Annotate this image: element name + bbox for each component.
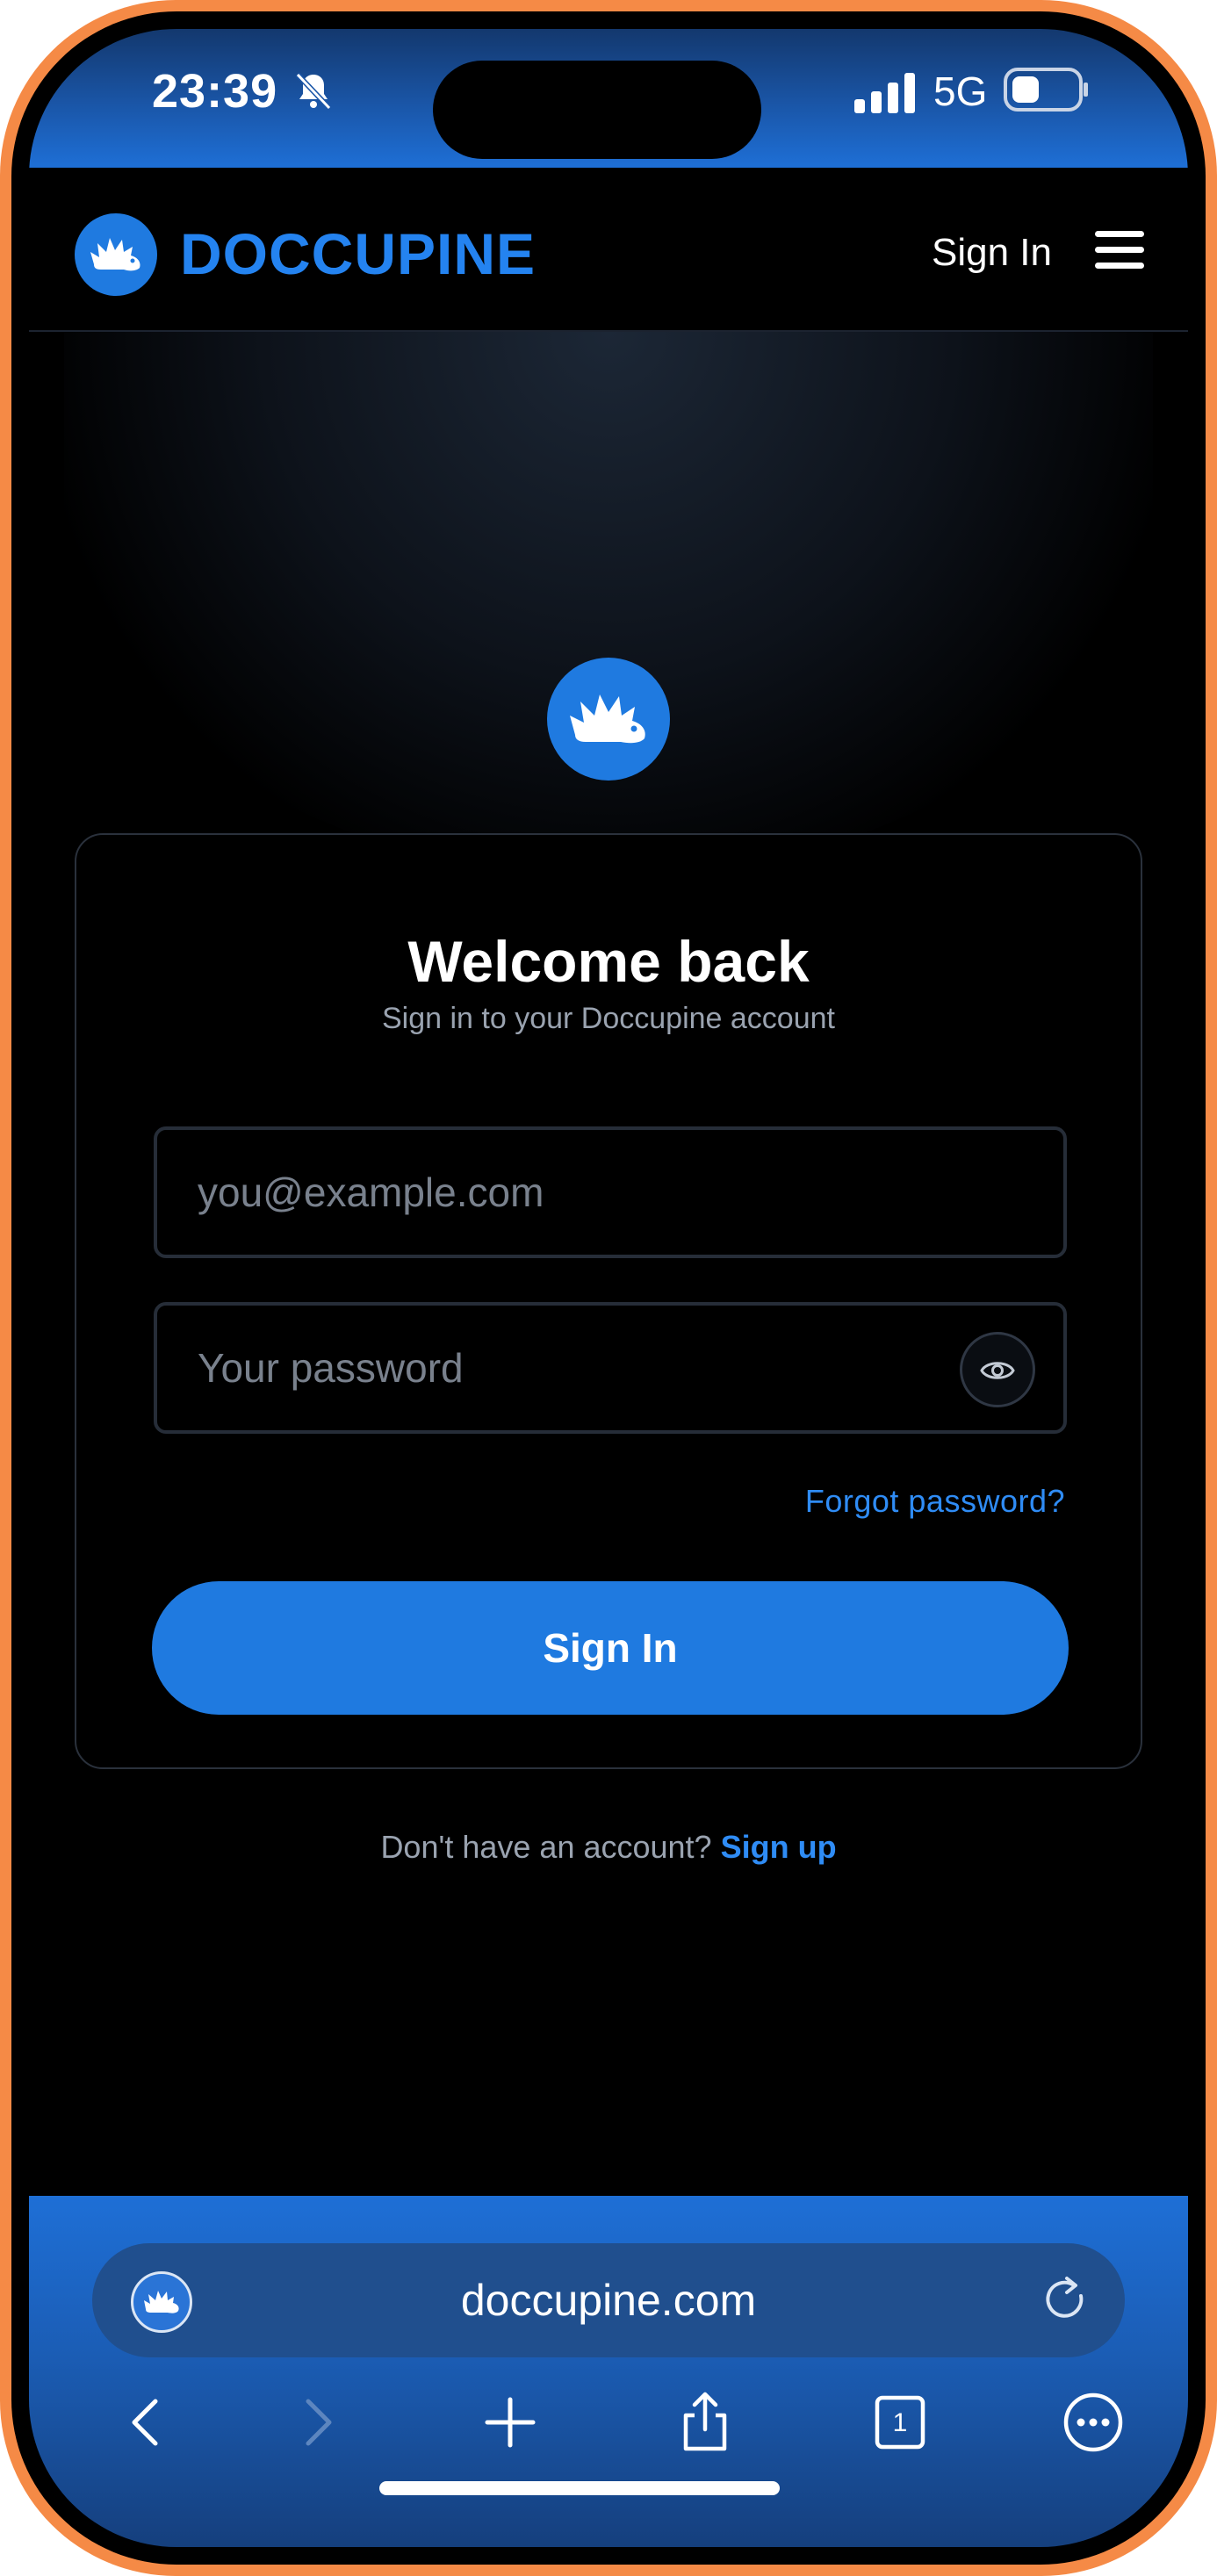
dynamic-island (433, 61, 761, 159)
tab-count: 1 (893, 2408, 908, 2437)
site-header: DOCCUPINE Sign In (29, 168, 1188, 332)
address-bar[interactable]: doccupine.com (92, 2243, 1125, 2357)
tabs-icon[interactable]: 1 (868, 2391, 932, 2454)
porcupine-logo-icon (547, 658, 670, 781)
screen: 23:39 5G DOCCUPINE Sign In Welcome back … (29, 29, 1188, 2547)
battery-icon (1004, 68, 1088, 112)
status-bar: 23:39 5G (29, 29, 1188, 168)
porcupine-logo-icon[interactable] (75, 213, 157, 296)
forgot-password-link[interactable]: Forgot password? (805, 1483, 1065, 1520)
background-glow (64, 332, 1153, 876)
brand-name[interactable]: DOCCUPINE (180, 220, 536, 287)
login-card: Welcome back Sign in to your Doccupine a… (75, 833, 1142, 1769)
forward-icon[interactable] (284, 2391, 347, 2454)
hamburger-icon[interactable] (1095, 231, 1144, 270)
status-time: 23:39 (152, 65, 278, 118)
share-icon[interactable] (673, 2391, 737, 2454)
reload-icon[interactable] (1039, 2273, 1093, 2328)
header-signin-link[interactable]: Sign In (932, 231, 1052, 275)
network-label: 5G (933, 68, 988, 114)
new-tab-icon[interactable] (479, 2391, 542, 2454)
signup-prompt: Don't have an account? Sign up (29, 1829, 1188, 1866)
bell-muted-icon (295, 72, 332, 111)
sign-in-button[interactable]: Sign In (152, 1581, 1069, 1715)
no-account-text: Don't have an account? (380, 1829, 712, 1865)
card-subtitle: Sign in to your Doccupine account (382, 1002, 835, 1035)
email-input[interactable] (198, 1130, 970, 1255)
home-indicator[interactable] (379, 2481, 780, 2495)
eye-icon (980, 1362, 1015, 1379)
password-field[interactable] (154, 1302, 1067, 1434)
more-icon[interactable] (1062, 2391, 1125, 2454)
signal-icon (854, 73, 915, 113)
url-text: doccupine.com (460, 2276, 757, 2325)
show-password-button[interactable] (960, 1332, 1035, 1407)
back-icon[interactable] (117, 2391, 180, 2454)
card-title: Welcome back (407, 929, 810, 994)
email-field[interactable] (154, 1126, 1067, 1258)
password-input[interactable] (198, 1306, 970, 1430)
sign-up-link[interactable]: Sign up (721, 1829, 837, 1865)
